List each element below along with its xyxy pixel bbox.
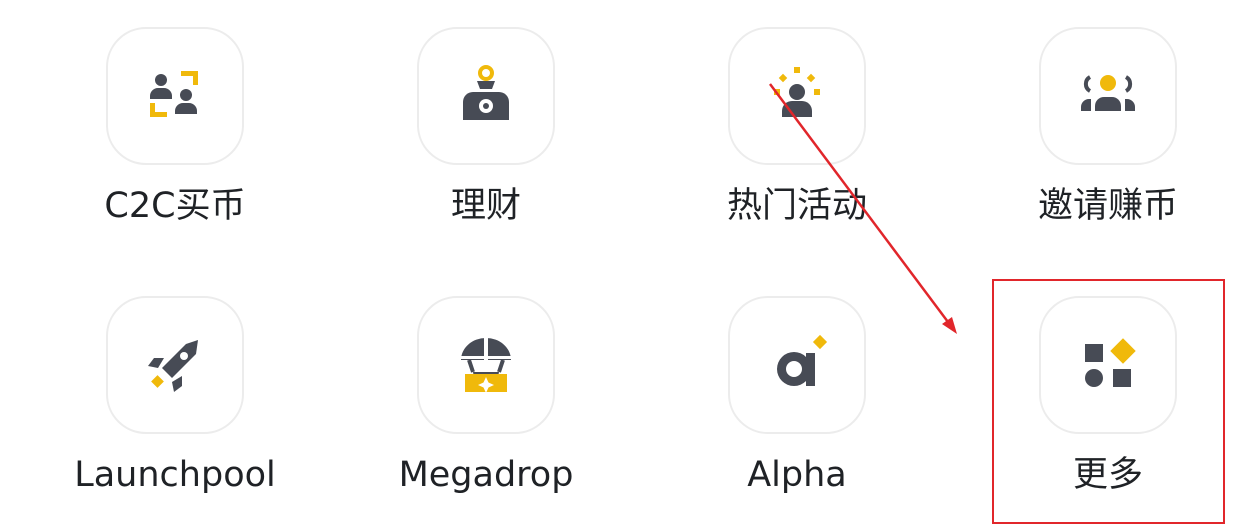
grid-item-label: 更多	[1072, 455, 1143, 495]
grid-item-label: 热门活动	[726, 186, 867, 226]
invite-friends-icon	[1081, 75, 1135, 111]
tile-launchpool[interactable]	[106, 296, 244, 434]
tile-more[interactable]	[1039, 296, 1177, 434]
grid-item-label: 邀请赚币	[1037, 186, 1178, 226]
grid-item-wealth[interactable]: 理财	[366, 27, 606, 237]
grid-item-label: Megadrop	[398, 455, 574, 495]
money-bag-icon	[463, 65, 509, 120]
tile-hot-events[interactable]	[728, 27, 866, 165]
grid-item-label: Alpha	[747, 455, 847, 495]
grid-item-label: C2C买币	[104, 186, 246, 226]
tile-alpha[interactable]	[728, 296, 866, 434]
grid-item-launchpool[interactable]: Launchpool	[55, 296, 295, 506]
tile-wealth[interactable]	[417, 27, 555, 165]
tile-invite[interactable]	[1039, 27, 1177, 165]
more-shapes-icon	[1085, 338, 1136, 387]
grid-item-label: 理财	[450, 186, 521, 226]
grid-item-invite[interactable]: 邀请赚币	[988, 27, 1228, 237]
grid-item-label: Launchpool	[74, 455, 276, 495]
hot-event-icon	[774, 67, 820, 117]
grid-item-megadrop[interactable]: Megadrop	[366, 296, 606, 506]
grid-item-alpha[interactable]: Alpha	[677, 296, 917, 506]
rocket-icon	[148, 340, 198, 392]
grid-item-more[interactable]: 更多	[988, 296, 1228, 506]
tile-c2c[interactable]	[106, 27, 244, 165]
alpha-icon	[777, 334, 828, 386]
tile-megadrop[interactable]	[417, 296, 555, 434]
grid-item-hot-events[interactable]: 热门活动	[677, 27, 917, 237]
c2c-exchange-icon	[150, 71, 198, 117]
grid-item-c2c[interactable]: C2C买币	[55, 27, 295, 237]
parachute-box-icon	[461, 338, 511, 393]
